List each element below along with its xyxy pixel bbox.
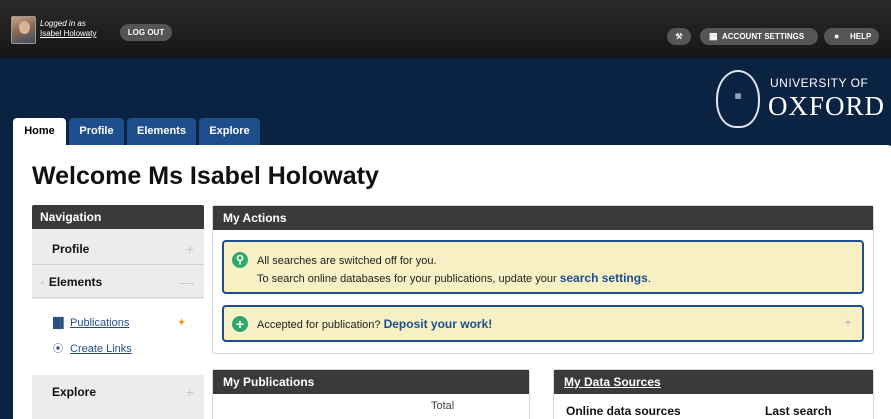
- avatar[interactable]: [11, 16, 36, 44]
- deposit-work-link[interactable]: Deposit your work!: [384, 317, 493, 331]
- logo-university-of: UNIVERSITY OF: [770, 76, 869, 90]
- my-data-sources-link[interactable]: My Data Sources: [564, 375, 661, 389]
- navigation-panel: Navigation Profile + ◦ Elements — █▌ Publi…: [32, 205, 204, 419]
- my-publications-title: My Publications: [213, 370, 529, 394]
- notice-text: To search online databases for your publ…: [257, 273, 560, 285]
- link-icon: ⦿: [53, 344, 63, 355]
- help-label: HELP: [850, 32, 872, 41]
- expand-plus-icon[interactable]: +: [186, 376, 194, 408]
- create-links-link[interactable]: Create Links: [70, 343, 132, 355]
- login-status: Logged in as Isabel Holowaty: [40, 19, 96, 39]
- my-data-sources-header: My Data Sources: [554, 370, 873, 394]
- tab-elements[interactable]: Elements: [127, 118, 196, 145]
- nav-item-profile[interactable]: Profile +: [32, 233, 204, 265]
- wrench-icon: ⚒: [675, 32, 683, 41]
- logo-oxford: OXFORD: [768, 91, 886, 121]
- page-title: Welcome Ms Isabel Holowaty: [32, 162, 379, 190]
- nav-subitem-create-links[interactable]: ⦿ Create Links: [53, 340, 132, 355]
- tab-explore[interactable]: Explore: [199, 118, 260, 145]
- search-off-notice: ⚲ All searches are switched off for you.…: [222, 240, 864, 294]
- column-header-total: Total: [431, 400, 455, 412]
- nav-item-elements[interactable]: ◦ Elements —: [32, 266, 204, 298]
- user-name-link[interactable]: Isabel Holowaty: [40, 29, 96, 39]
- search-icon: ⚲: [232, 252, 248, 268]
- deposit-notice: + Accepted for publication? Deposit your…: [222, 305, 864, 342]
- tab-profile[interactable]: Profile: [69, 118, 124, 145]
- collapse-minus-icon[interactable]: —: [180, 266, 194, 298]
- publications-link[interactable]: Publications: [70, 317, 129, 329]
- grid-icon: ▦: [709, 31, 718, 41]
- tools-button[interactable]: ⚒: [667, 28, 691, 45]
- notice-text: Accepted for publication?: [257, 319, 384, 331]
- my-publications-panel: My Publications Total: [212, 369, 530, 419]
- search-settings-link[interactable]: search settings: [560, 271, 648, 285]
- books-icon: █▌: [53, 318, 68, 329]
- star-icon: ✦: [177, 317, 187, 329]
- plus-circle-icon: +: [232, 316, 248, 332]
- nav-item-label: Explore: [52, 385, 97, 399]
- bullet-icon: ◦: [41, 277, 44, 287]
- my-actions-title: My Actions: [213, 206, 873, 230]
- nav-item-explore[interactable]: Explore +: [32, 376, 204, 408]
- column-header-online-sources: Online data sources: [566, 404, 681, 418]
- my-data-sources-panel: My Data Sources Online data sources Last…: [553, 369, 874, 419]
- notice-line: Accepted for publication? Deposit your w…: [257, 317, 492, 331]
- nav-subitem-publications[interactable]: █▌ Publications: [53, 317, 129, 329]
- navigation-title: Navigation: [32, 205, 204, 229]
- column-header-last-search: Last search: [765, 404, 832, 418]
- my-actions-panel: My Actions ⚲ All searches are switched o…: [212, 205, 874, 354]
- expand-plus-icon[interactable]: +: [186, 233, 194, 265]
- seal-glyph: ▦: [734, 93, 742, 100]
- main-content: Welcome Ms Isabel Holowaty Navigation Pr…: [13, 145, 891, 419]
- notice-line: To search online databases for your publ…: [257, 271, 651, 285]
- elements-submenu: █▌ Publications ✦ ⦿ Create Links: [32, 299, 204, 375]
- tab-home[interactable]: Home: [13, 118, 66, 146]
- nav-item-label: Elements: [48, 275, 103, 289]
- account-settings-button[interactable]: ▦ ACCOUNT SETTINGS: [700, 28, 818, 45]
- expand-plus-icon[interactable]: +: [844, 314, 852, 330]
- help-button[interactable]: ● HELP: [824, 28, 879, 45]
- account-settings-label: ACCOUNT SETTINGS: [722, 32, 805, 41]
- notice-line: All searches are switched off for you.: [257, 255, 437, 267]
- oxford-seal-icon: ▦: [716, 70, 760, 128]
- logged-in-label: Logged in as: [40, 19, 86, 28]
- logout-button[interactable]: LOG OUT: [120, 24, 172, 41]
- notice-text: .: [647, 273, 651, 285]
- top-bar: Logged in as Isabel Holowaty LOG OUT ⚒ ▦…: [0, 0, 891, 58]
- speech-bubble-icon: ●: [834, 31, 840, 41]
- nav-item-label: Profile: [52, 242, 90, 256]
